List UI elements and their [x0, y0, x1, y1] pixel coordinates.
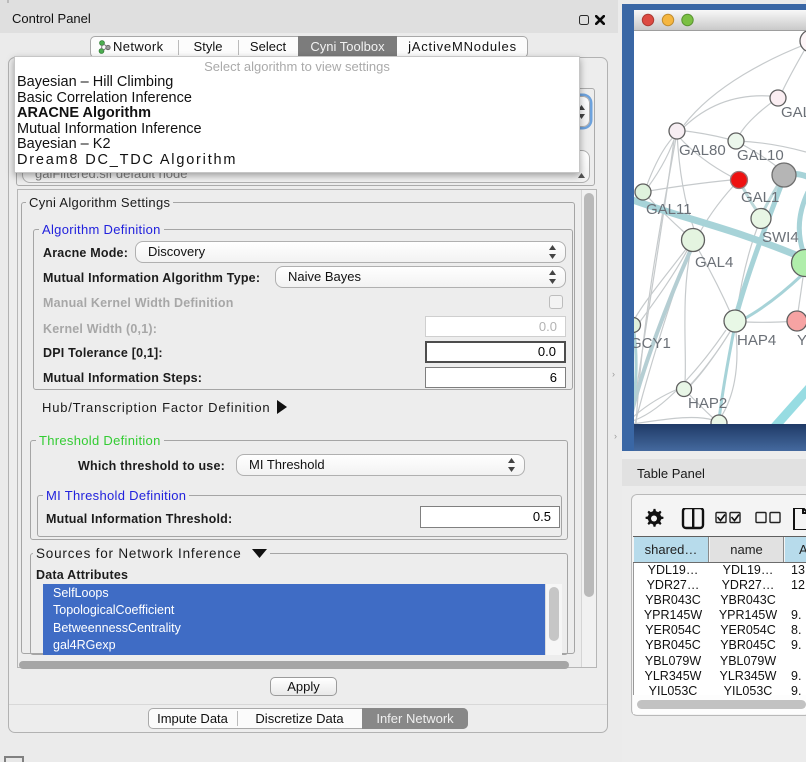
svg-text:GAL1: GAL1: [741, 189, 779, 206]
svg-text:GAL: GAL: [781, 104, 806, 121]
svg-text:Y: Y: [797, 332, 806, 349]
svg-text:GCY1: GCY1: [634, 335, 671, 352]
svg-text:HAP4: HAP4: [737, 332, 776, 349]
svg-text:SWI4: SWI4: [762, 229, 799, 246]
svg-text:GAL4: GAL4: [695, 254, 733, 271]
svg-text:GAL11: GAL11: [646, 201, 692, 218]
svg-text:HAP2: HAP2: [688, 395, 727, 412]
svg-text:GAL80: GAL80: [679, 142, 726, 159]
svg-text:GAL10: GAL10: [737, 147, 784, 164]
